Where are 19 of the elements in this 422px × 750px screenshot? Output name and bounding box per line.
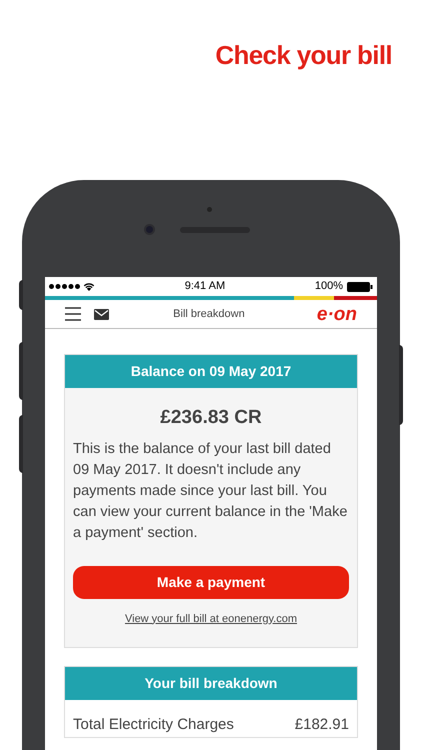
make-payment-button[interactable]: Make a payment	[73, 566, 349, 598]
balance-description: This is the balance of your last bill dated 09 May 2017. It doesn't include any payments made since your last bill. You can view your current balance in the 'Make a payment' section.	[73, 440, 348, 542]
brand-logo: e·on	[316, 304, 357, 324]
card-header: Balance on 09 May 2017	[65, 355, 357, 388]
status-time: 9:41 AM	[184, 279, 226, 294]
battery-percent: 100%	[314, 279, 343, 294]
charge-label: Total Electricity Charges	[73, 715, 234, 735]
mail-icon[interactable]	[94, 308, 109, 320]
camera	[144, 224, 155, 235]
charge-value: £182.91	[294, 715, 349, 735]
balance-amount: £236.83 CR	[159, 406, 263, 430]
wifi-icon	[83, 282, 95, 291]
headline: Check your bill	[215, 39, 392, 72]
full-bill-link[interactable]: View your full bill at eonenergy.com	[124, 610, 297, 627]
battery-icon	[347, 282, 373, 292]
card-header: Your bill breakdown	[65, 667, 357, 700]
menu-icon[interactable]	[65, 307, 81, 321]
page-title: Bill breakdown	[172, 306, 246, 322]
signal-icon	[49, 284, 80, 289]
